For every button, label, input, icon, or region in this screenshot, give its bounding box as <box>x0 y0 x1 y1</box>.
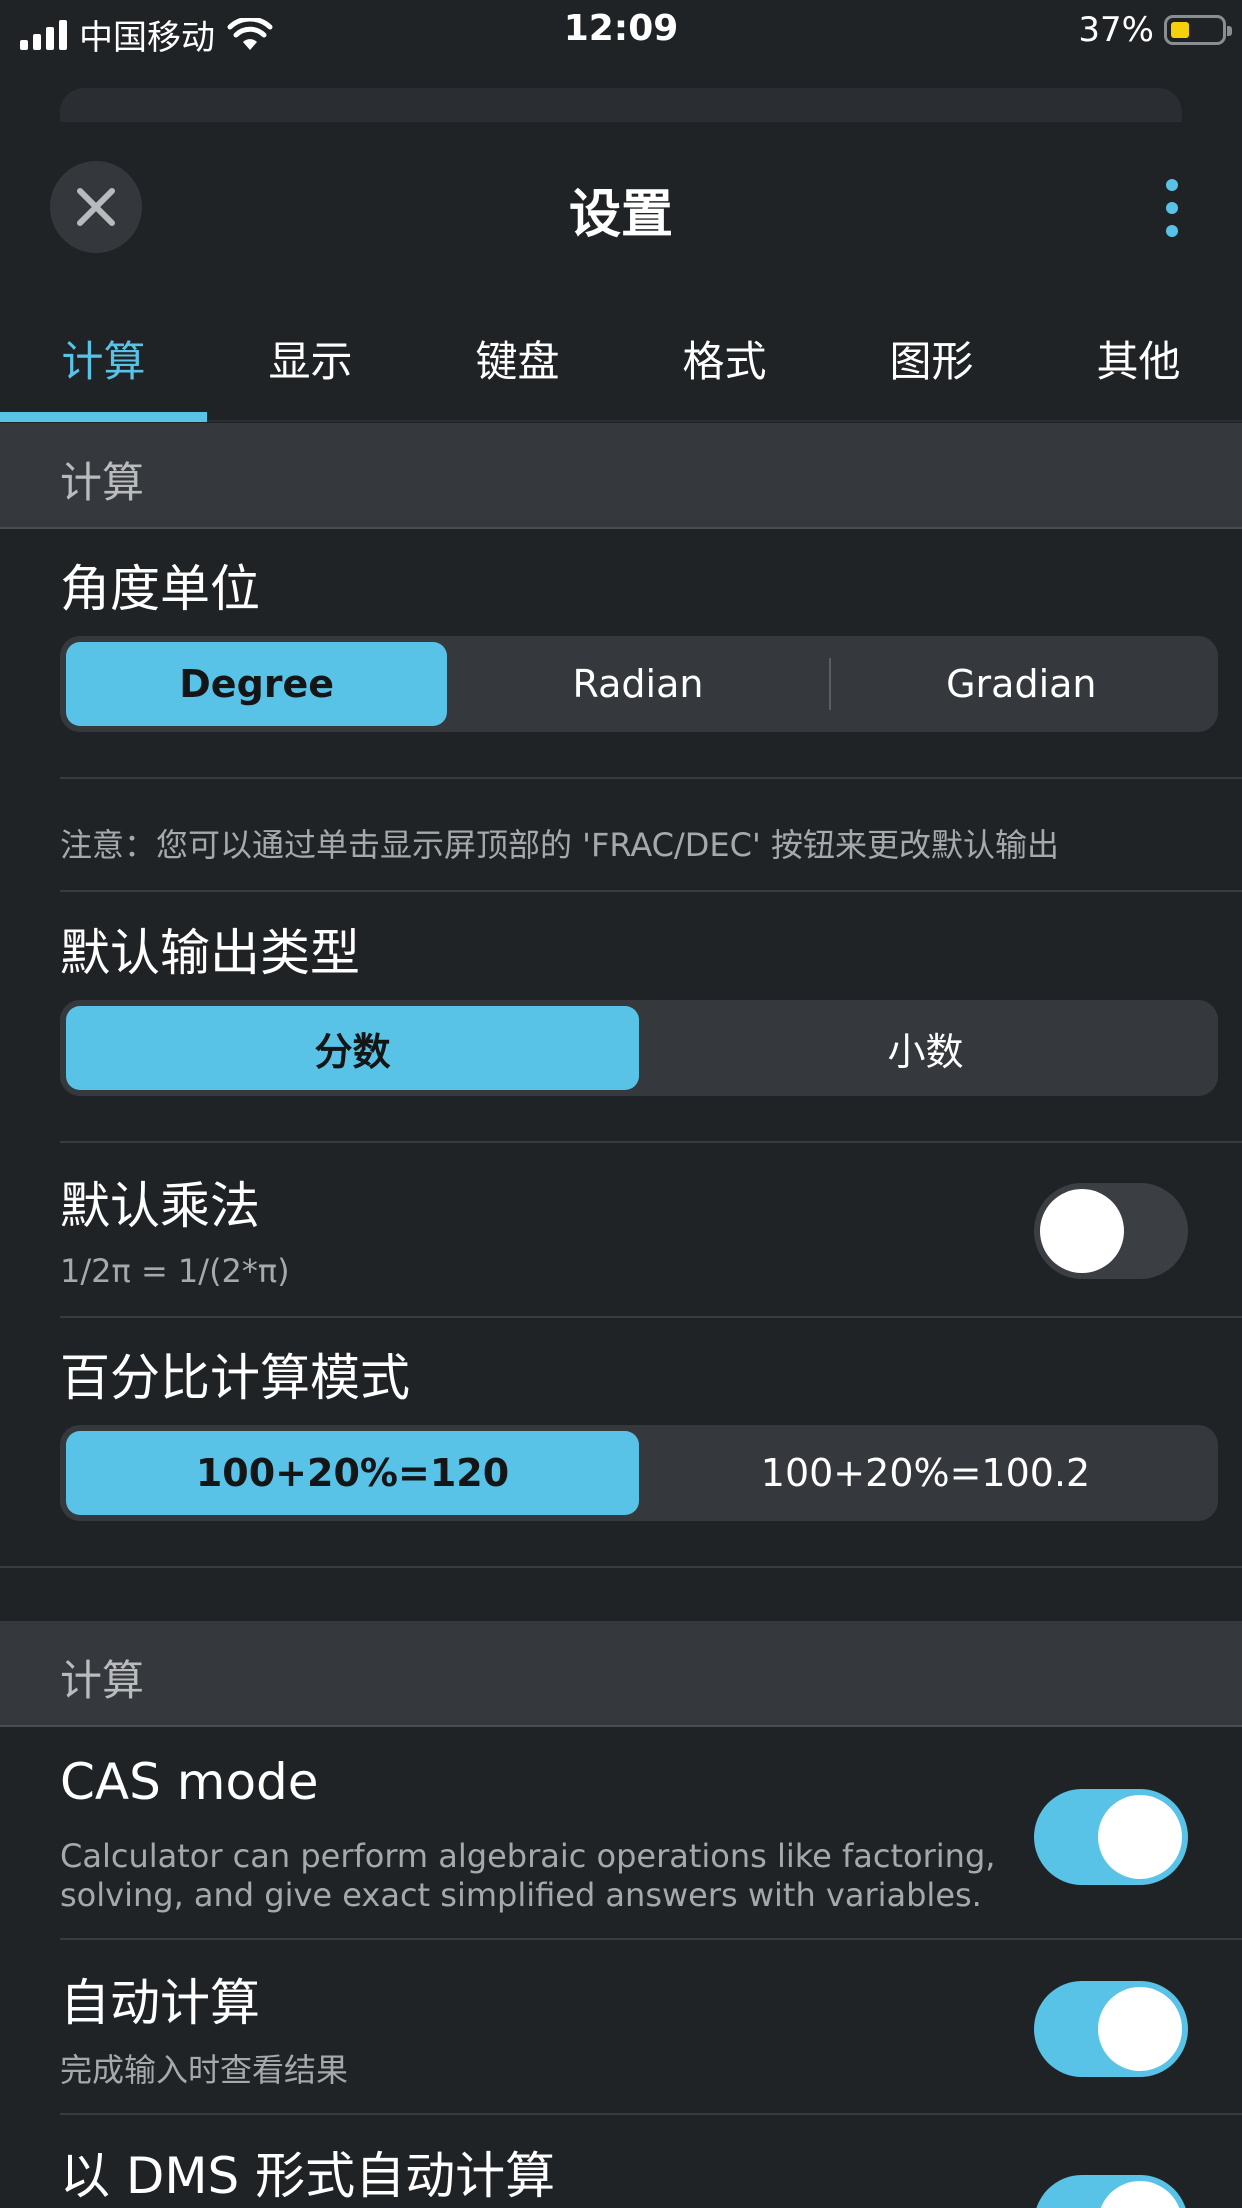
more-vertical-icon <box>1166 179 1178 237</box>
output-type-decimal[interactable]: 小数 <box>639 1006 1212 1090</box>
angle-unit-radian[interactable]: Radian <box>447 642 828 726</box>
implicit-multiplication-title: 默认乘法 <box>60 1177 260 1235</box>
tab-display[interactable]: 显示 <box>207 300 414 420</box>
divider <box>60 1938 1242 1940</box>
angle-unit-selector: Degree Radian Gradian <box>60 636 1218 732</box>
dms-auto-title: 以 DMS 形式自动计算 <box>60 2147 556 2205</box>
angle-unit-degree[interactable]: Degree <box>66 642 448 726</box>
battery-percent: 37% <box>1078 10 1154 50</box>
section-header-label: 计算 <box>60 458 145 507</box>
more-options-button[interactable] <box>1142 172 1202 244</box>
dms-auto-toggle[interactable] <box>1034 2175 1188 2208</box>
percent-mode-selector: 100+20%=120 100+20%=100.2 <box>60 1425 1218 1521</box>
output-type-fraction[interactable]: 分数 <box>66 1006 639 1090</box>
settings-tabs: 计算 显示 键盘 格式 图形 其他 <box>0 300 1242 422</box>
section-header-calculation: 计算 <box>0 423 1242 529</box>
page-title: 设置 <box>568 185 673 245</box>
cas-mode-description-line1: Calculator can perform algebraic operati… <box>60 1837 996 1875</box>
divider <box>60 890 1242 892</box>
status-right: 37% <box>1078 10 1232 50</box>
cas-mode-title: CAS mode <box>60 1753 319 1811</box>
angle-unit-title: 角度单位 <box>60 560 260 618</box>
percent-mode-option-1[interactable]: 100+20%=120 <box>66 1431 639 1515</box>
status-time: 12:09 <box>563 8 679 49</box>
tab-keyboard[interactable]: 键盘 <box>414 300 621 420</box>
tab-calculation[interactable]: 计算 <box>0 300 207 422</box>
tab-graph[interactable]: 图形 <box>828 300 1035 420</box>
section-header-label: 计算 <box>60 1656 145 1705</box>
cas-mode-description-line2: solving, and give exact simplified answe… <box>60 1876 982 1914</box>
sheet-background-edge <box>60 88 1182 122</box>
output-type-title: 默认输出类型 <box>60 924 360 982</box>
toggle-knob <box>1098 1795 1182 1879</box>
implicit-multiplication-toggle[interactable] <box>1034 1183 1188 1279</box>
output-type-selector: 分数 小数 <box>60 1000 1218 1096</box>
battery-icon <box>1164 15 1232 45</box>
cas-mode-toggle[interactable] <box>1034 1789 1188 1885</box>
toggle-knob <box>1040 1189 1124 1273</box>
divider <box>60 1316 1242 1318</box>
battery-level-fill <box>1171 22 1189 38</box>
divider <box>60 777 1242 779</box>
angle-unit-gradian[interactable]: Gradian <box>831 642 1212 726</box>
section-header-calculation-2: 计算 <box>0 1621 1242 1727</box>
auto-calculate-title: 自动计算 <box>60 1974 260 2032</box>
divider <box>0 1566 1242 1568</box>
toggle-knob <box>1098 2181 1182 2208</box>
toggle-knob <box>1098 1987 1182 2071</box>
status-bar: 中国移动 12:09 37% <box>0 0 1242 62</box>
auto-calculate-description: 完成输入时查看结果 <box>60 2051 349 2089</box>
implicit-multiplication-description: 1/2π = 1/(2*π) <box>60 1252 290 1290</box>
percent-mode-option-2[interactable]: 100+20%=100.2 <box>639 1431 1212 1515</box>
tab-other[interactable]: 其他 <box>1035 300 1242 420</box>
percent-mode-title: 百分比计算模式 <box>60 1349 410 1407</box>
divider <box>60 1141 1242 1143</box>
settings-screen: 中国移动 12:09 37% 设置 计算 显示 键盘 格式 图形 其他 计算 角… <box>0 0 1242 2208</box>
header: 设置 <box>0 120 1242 300</box>
auto-calculate-toggle[interactable] <box>1034 1981 1188 2077</box>
settings-content[interactable]: 计算 角度单位 Degree Radian Gradian 注意：您可以通过单击… <box>0 423 1242 2208</box>
frac-dec-note: 注意：您可以通过单击显示屏顶部的 'FRAC/DEC' 按钮来更改默认输出 <box>60 826 1059 864</box>
divider <box>60 2113 1242 2115</box>
tab-format[interactable]: 格式 <box>621 300 828 420</box>
